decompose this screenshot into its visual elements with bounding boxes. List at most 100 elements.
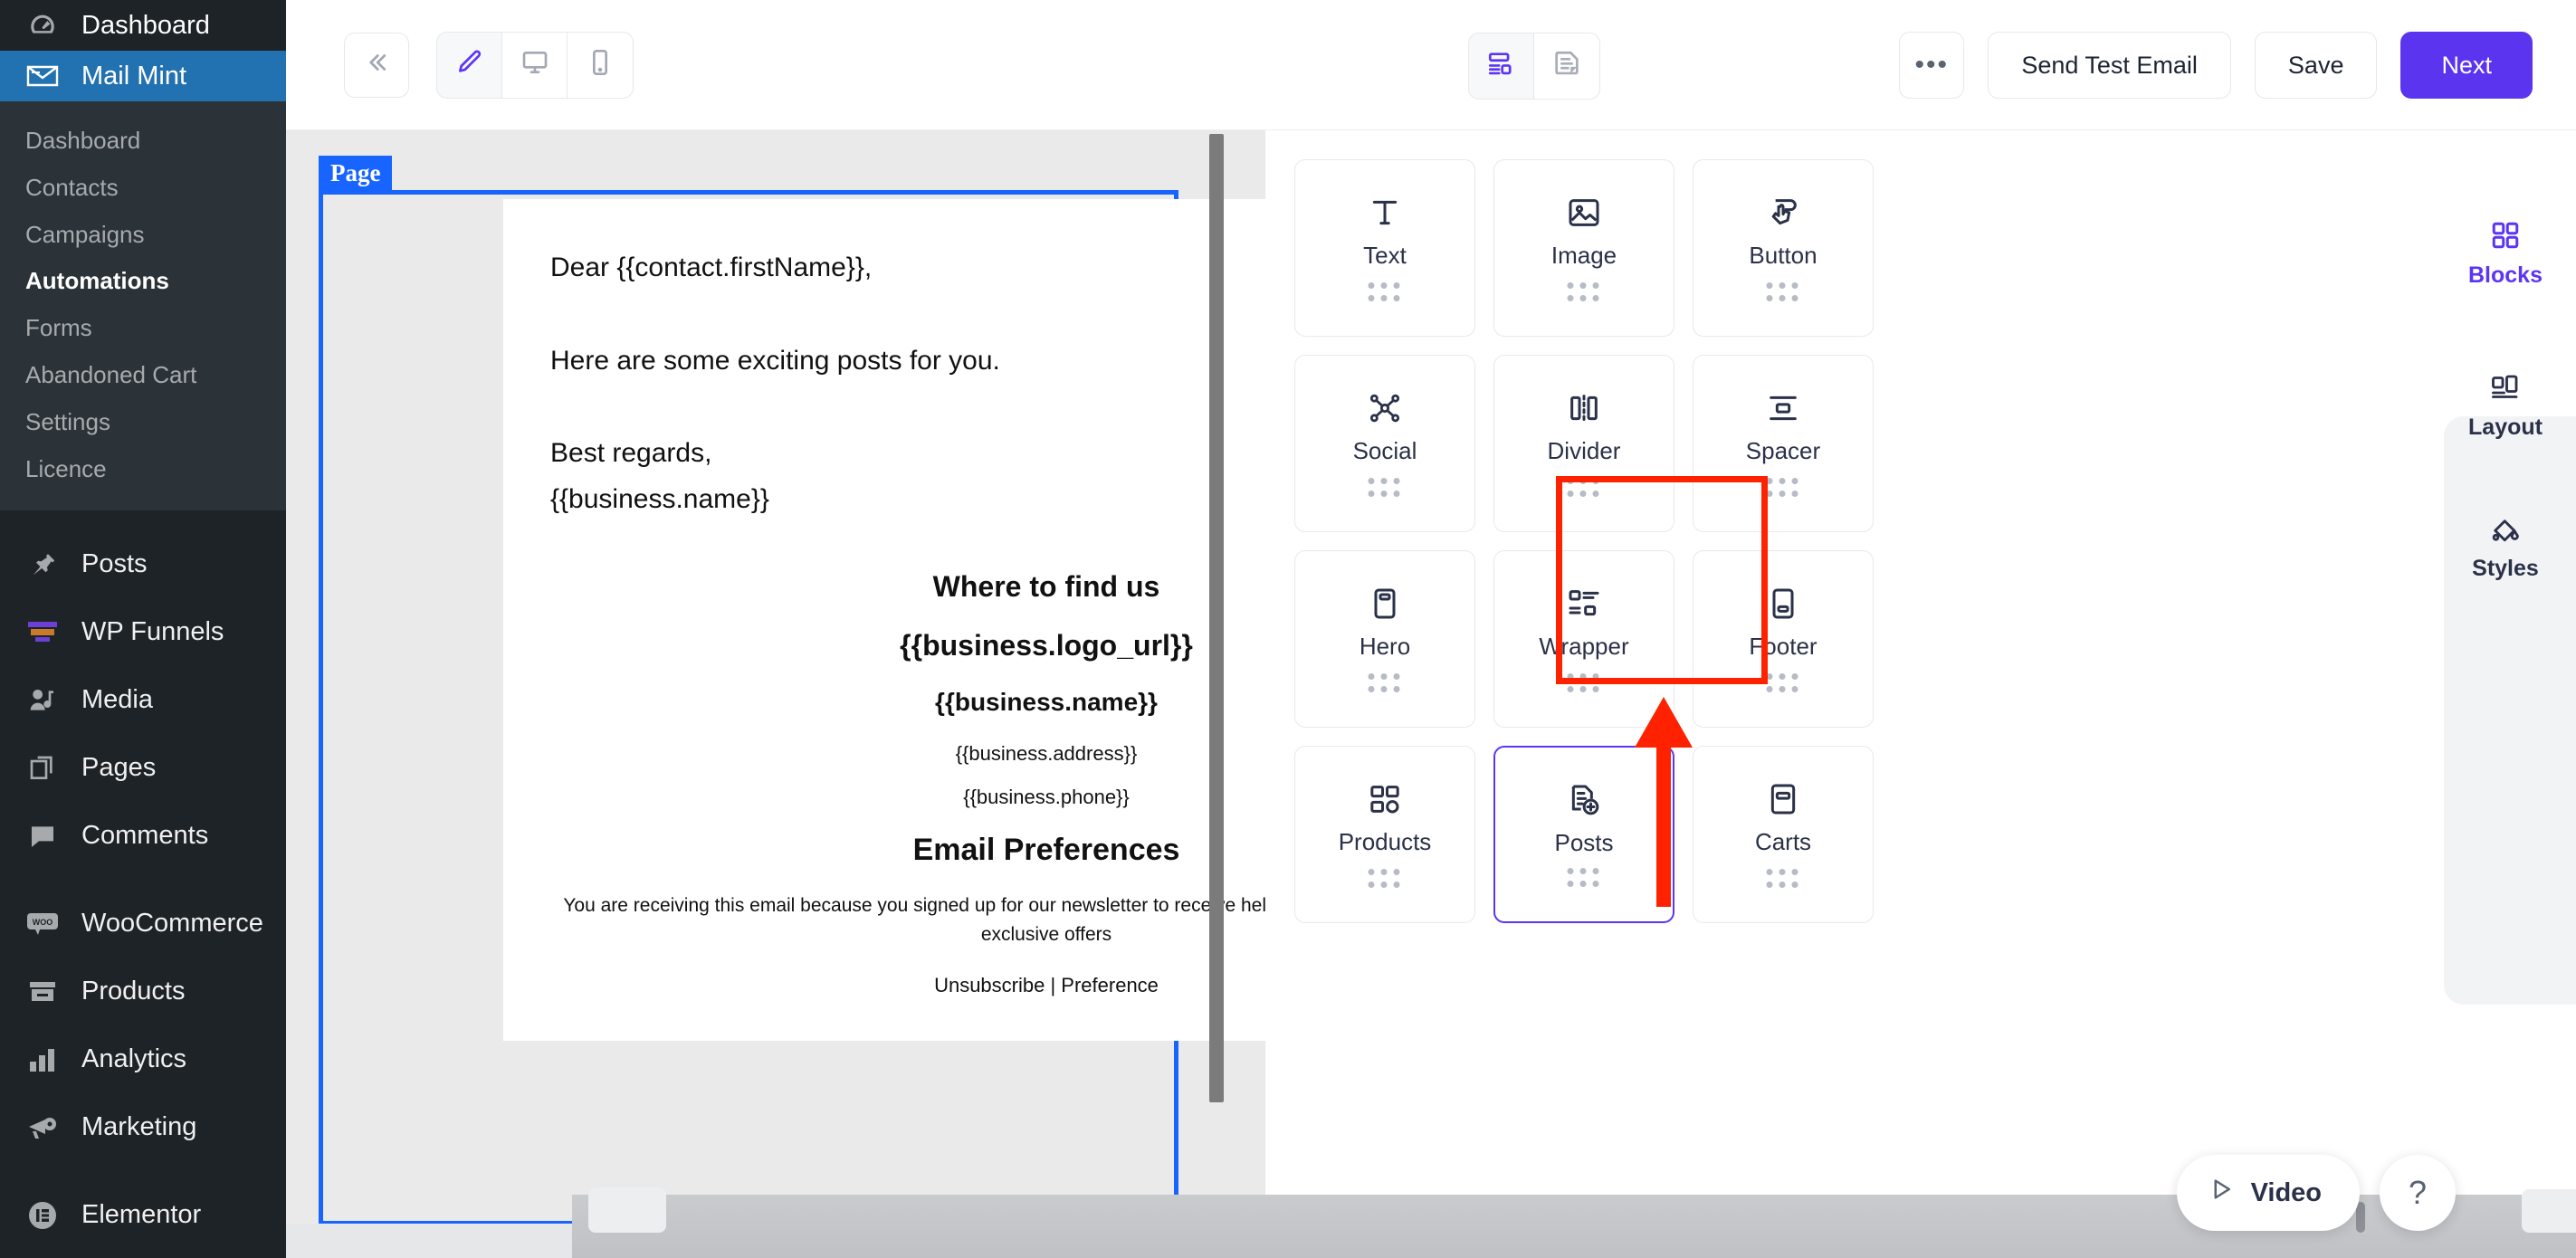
builder-main: ••• Send Test Email Save Next Page Dear … xyxy=(286,0,2576,1258)
block-tile-label: Image xyxy=(1550,242,1617,269)
email-signoff: Best regards, xyxy=(550,438,712,468)
block-tile-text[interactable]: Text xyxy=(1294,159,1475,337)
drag-handle-icon[interactable] xyxy=(1567,282,1601,303)
sidebar-subitem-contacts[interactable]: Contacts xyxy=(0,165,286,212)
sidebar-item-label: Elementor xyxy=(81,1200,202,1230)
sidebar-item-elementor[interactable]: Elementor xyxy=(0,1181,286,1249)
divider-icon xyxy=(1566,385,1602,432)
block-tile-products[interactable]: Products xyxy=(1294,746,1475,923)
sidebar-item-label: Mail Mint xyxy=(81,61,187,91)
block-tile-divider[interactable]: Divider xyxy=(1493,355,1674,532)
media-icon xyxy=(25,683,60,718)
sidebar-subitem-automations[interactable]: Automations xyxy=(0,258,286,305)
toolbar-center-group xyxy=(1468,33,1600,100)
visual-builder-button[interactable] xyxy=(1469,33,1534,99)
block-tile-footer[interactable]: Footer xyxy=(1693,550,1874,728)
more-options-button[interactable]: ••• xyxy=(1899,32,1965,99)
block-tile-hero[interactable]: Hero xyxy=(1294,550,1475,728)
email-business-name: {{business.name}} xyxy=(550,483,769,514)
sidebar-divider xyxy=(0,510,286,530)
canvas-scrollbar-thumb[interactable] xyxy=(1209,134,1224,1102)
next-button[interactable]: Next xyxy=(2400,32,2533,99)
sidebar-item-woocommerce[interactable]: WOO WooCommerce xyxy=(0,890,286,958)
sidebar-item-marketing[interactable]: Marketing xyxy=(0,1093,286,1161)
drag-handle-icon[interactable] xyxy=(1766,869,1800,890)
sidebar-subitem-campaigns[interactable]: Campaigns xyxy=(0,212,286,259)
send-test-email-button[interactable]: Send Test Email xyxy=(1988,32,2231,99)
analytics-bars-icon xyxy=(25,1043,60,1077)
sidebar-item-label: Analytics xyxy=(81,1044,187,1074)
video-help-button[interactable]: Video xyxy=(2176,1155,2360,1231)
bottom-left-card xyxy=(588,1187,666,1233)
post-add-icon xyxy=(1566,777,1602,824)
page-selection-frame: Dear {{contact.firstName}}, Here are som… xyxy=(319,190,1265,1225)
email-canvas[interactable]: Page Dear {{contact.firstName}}, Here ar… xyxy=(286,130,1265,1258)
email-footer-block[interactable]: Where to find us {{business.logo_url}} {… xyxy=(503,518,1265,997)
block-tile-button[interactable]: Button xyxy=(1693,159,1874,337)
sidebar-item-pages[interactable]: Pages xyxy=(0,734,286,802)
sidebar-item-dashboard[interactable]: Dashboard xyxy=(0,0,286,51)
desktop-preview-button[interactable] xyxy=(502,32,568,98)
sidebar-subitem-settings[interactable]: Settings xyxy=(0,399,286,446)
view-mode-switcher xyxy=(436,31,634,99)
sidebar-item-wp-funnels[interactable]: WP Funnels xyxy=(0,598,286,666)
drag-handle-icon[interactable] xyxy=(1766,673,1800,694)
sidebar-item-posts[interactable]: Posts xyxy=(0,530,286,598)
block-tile-posts[interactable]: Posts xyxy=(1493,746,1674,923)
drag-handle-icon[interactable] xyxy=(1567,478,1601,499)
drag-handle-icon[interactable] xyxy=(1567,673,1601,694)
document-text-icon xyxy=(1551,49,1582,84)
bottom-scroll-nub[interactable] xyxy=(2356,1202,2365,1233)
email-intro: Here are some exciting posts for you. xyxy=(550,345,1000,376)
sidebar-item-products[interactable]: Products xyxy=(0,958,286,1025)
collapse-panel-button[interactable] xyxy=(344,32,409,98)
drag-handle-icon[interactable] xyxy=(1766,282,1800,303)
block-tile-label: Carts xyxy=(1754,828,1812,855)
plain-text-button[interactable] xyxy=(1534,33,1599,99)
sidebar-subitem-dashboard[interactable]: Dashboard xyxy=(0,118,286,165)
block-tile-image[interactable]: Image xyxy=(1493,159,1674,337)
sidebar-divider-3 xyxy=(0,1161,286,1181)
footer-unsubscribe-links[interactable]: Unsubscribe | Preference xyxy=(543,974,1265,997)
help-button[interactable]: ? xyxy=(2380,1155,2456,1231)
hero-icon xyxy=(1367,580,1403,627)
block-tile-wrapper[interactable]: Wrapper xyxy=(1493,550,1674,728)
tab-label: Blocks xyxy=(2468,262,2543,288)
footer-heading: Where to find us xyxy=(932,570,1160,603)
sidebar-item-media[interactable]: Media xyxy=(0,666,286,734)
tab-layout[interactable]: Layout xyxy=(2435,369,2576,441)
sidebar-subitem-abandoned-cart[interactable]: Abandoned Cart xyxy=(0,352,286,399)
sidebar-item-label: Comments xyxy=(81,821,209,851)
email-body-text[interactable]: Dear {{contact.firstName}}, Here are som… xyxy=(503,199,1265,518)
woo-icon: WOO xyxy=(25,907,60,941)
sidebar-item-comments[interactable]: Comments xyxy=(0,802,286,870)
block-tile-social[interactable]: Social xyxy=(1294,355,1475,532)
drag-handle-icon[interactable] xyxy=(1766,478,1800,499)
tab-styles[interactable]: Styles xyxy=(2435,510,2576,582)
sidebar-subitem-licence[interactable]: Licence xyxy=(0,446,286,493)
tab-label: Layout xyxy=(2468,415,2543,440)
canvas-scrollbar[interactable] xyxy=(1209,134,1224,1254)
sidebar-item-analytics[interactable]: Analytics xyxy=(0,1025,286,1093)
save-button[interactable]: Save xyxy=(2254,32,2378,99)
sidebar-subitem-forms[interactable]: Forms xyxy=(0,305,286,352)
drag-handle-icon[interactable] xyxy=(1567,868,1601,889)
video-label: Video xyxy=(2250,1177,2322,1207)
footer-disclaimer: You are receiving this email because you… xyxy=(563,895,1265,945)
sidebar-item-label: WooCommerce xyxy=(81,909,263,939)
block-tile-spacer[interactable]: Spacer xyxy=(1693,355,1874,532)
sidebar-item-mail-mint[interactable]: Mail Mint xyxy=(0,51,286,101)
drag-handle-icon[interactable] xyxy=(1368,673,1402,694)
email-preview-card[interactable]: Dear {{contact.firstName}}, Here are som… xyxy=(503,199,1265,1041)
tab-blocks[interactable]: Blocks xyxy=(2435,217,2576,289)
mobile-preview-button[interactable] xyxy=(568,33,633,98)
drag-handle-icon[interactable] xyxy=(1368,869,1402,890)
drag-handle-icon[interactable] xyxy=(1368,478,1402,499)
edit-mode-button[interactable] xyxy=(437,32,502,98)
blocks-grid-icon xyxy=(2489,217,2522,253)
blocks-panel: Text Image Button Social Divider Spacer … xyxy=(1265,130,2576,1258)
drag-handle-icon[interactable] xyxy=(1368,282,1402,303)
block-tile-carts[interactable]: Carts xyxy=(1693,746,1874,923)
block-tile-label: Posts xyxy=(1554,829,1614,856)
products-icon xyxy=(25,975,60,1009)
